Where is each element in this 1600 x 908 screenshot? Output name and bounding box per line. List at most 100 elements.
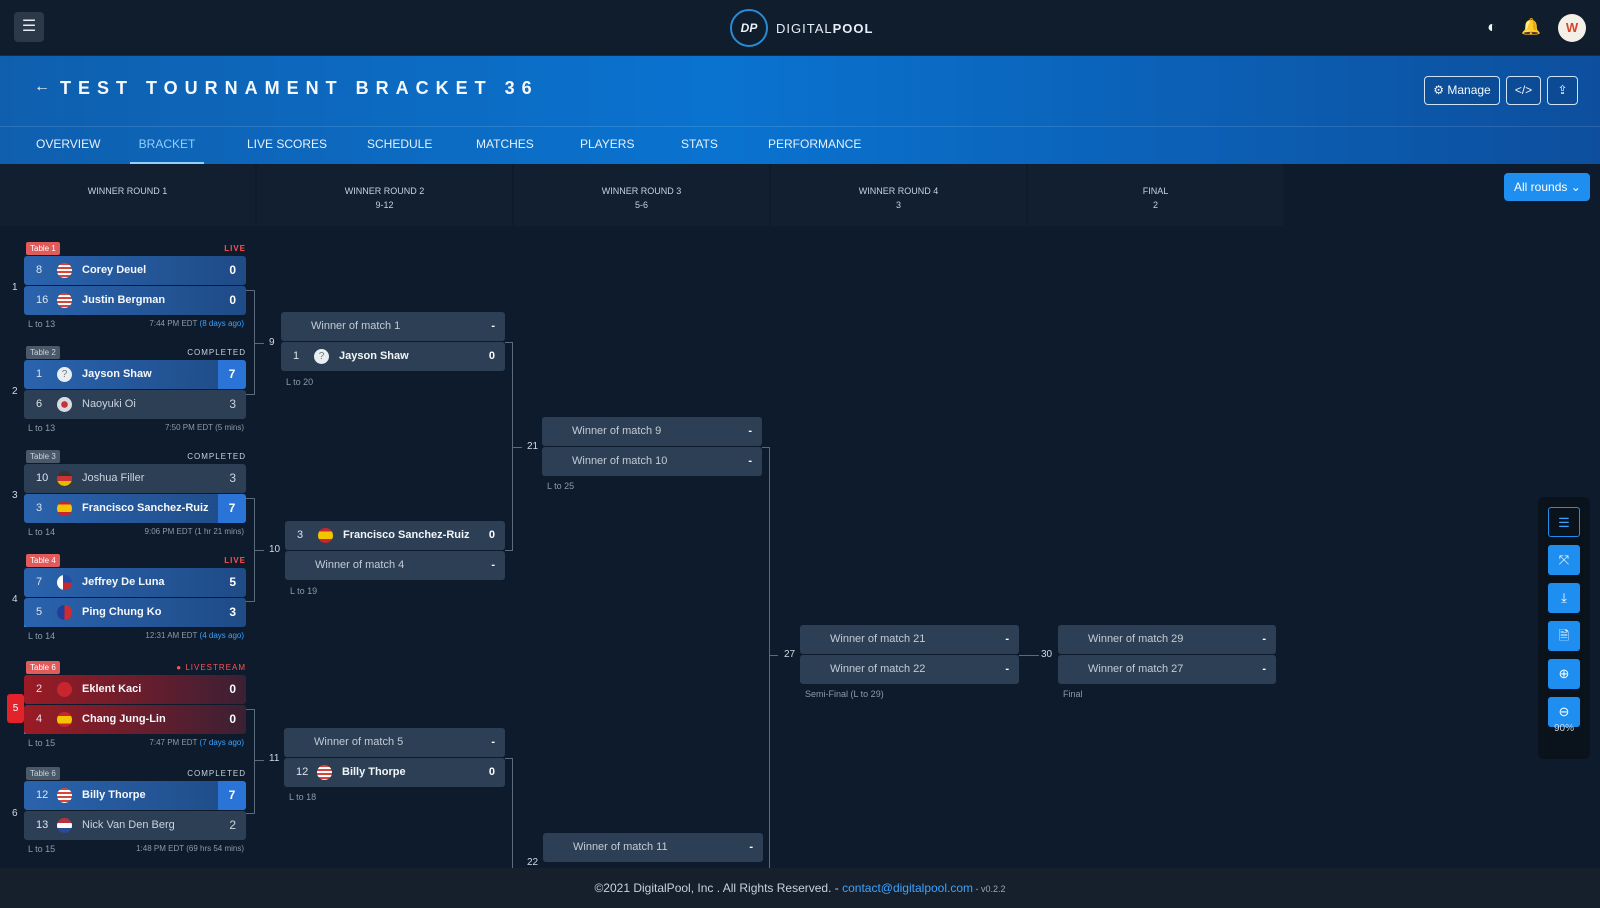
bracket-connector	[254, 709, 255, 813]
match-slot[interactable]: Winner of match 4 -	[285, 551, 505, 580]
player-score: 0	[488, 529, 495, 541]
digitalpool-logo[interactable]: DP DIGITALPOOL	[730, 9, 873, 47]
tab-schedule[interactable]: SCHEDULE	[367, 127, 432, 165]
tab-matches[interactable]: MATCHES	[476, 127, 534, 165]
page-title: TEST TOURNAMENT BRACKET 36	[60, 78, 539, 98]
round-name: WINNER ROUND 4	[858, 186, 939, 196]
version-text: - v0.2.2	[973, 884, 1006, 894]
share-button[interactable]: ⇪	[1547, 76, 1578, 105]
player-row[interactable]: 1? Jayson Shaw 7	[24, 360, 246, 389]
theme-toggle-icon[interactable]: ◐	[1481, 17, 1503, 39]
match-card[interactable]: Table 6 COMPLETED 12 Billy Thorpe 7 13 Nick …	[24, 767, 246, 857]
loser-destination: L to 13	[28, 319, 56, 329]
seed: 13	[36, 819, 49, 831]
semi-final-label: Semi-Final (L to 29)	[805, 689, 884, 699]
table-badge: Table 3	[26, 450, 60, 463]
round-name: WINNER ROUND 3	[601, 186, 682, 196]
player-row[interactable]: 6 Naoyuki Oi 3	[24, 390, 246, 419]
player-row[interactable]: 10 Joshua Filler 3	[24, 464, 246, 493]
seed: 12	[296, 766, 309, 778]
match-number: 3	[12, 490, 18, 501]
match-slot[interactable]: Winner of match 5 -	[284, 728, 505, 757]
player-row[interactable]: 13 Nick Van Den Berg 2	[24, 811, 246, 840]
match-slot[interactable]: Winner of match 22 -	[800, 655, 1019, 684]
match-card[interactable]: Table 1 LIVE 8 Corey Deuel 0 16 Justin Bergm…	[24, 242, 246, 332]
player-row[interactable]: 16 Justin Bergman 0	[24, 286, 246, 315]
notifications-bell-icon[interactable]: 🔔	[1520, 17, 1542, 39]
tab-players[interactable]: PLAYERS	[580, 127, 634, 165]
player-name: Ping Chung Ko	[82, 606, 162, 618]
tab-performance[interactable]: PERFORMANCE	[768, 127, 861, 165]
hamburger-menu-icon[interactable]: ☰	[14, 12, 44, 42]
player-row[interactable]: 3 Francisco Sanchez-Ruiz 7	[24, 494, 246, 523]
match-slot[interactable]: Winner of match 11 -	[543, 833, 763, 862]
match-slot[interactable]: Winner of match 9 -	[542, 417, 762, 446]
download-icon[interactable]: ⤓	[1548, 583, 1580, 613]
player-row[interactable]: 1? Jayson Shaw 0	[281, 342, 505, 371]
round-name: WINNER ROUND 1	[87, 186, 168, 196]
contact-email-link[interactable]: contact@digitalpool.com	[842, 881, 973, 895]
player-row[interactable]: 7 Jeffrey De Luna 5	[24, 568, 246, 597]
match-time-ago: (1 hr 21 mins)	[194, 527, 244, 536]
player-row[interactable]: 12 Billy Thorpe 7	[24, 781, 246, 810]
match-time-value: 7:50 PM EDT	[165, 423, 213, 432]
player-name: Francisco Sanchez-Ruiz	[82, 502, 209, 514]
list-view-icon[interactable]: ☰	[1548, 507, 1580, 537]
match-slot[interactable]: Winner of match 29 -	[1058, 625, 1276, 654]
manage-button[interactable]: ⚙ Manage	[1424, 76, 1500, 105]
zoom-in-icon[interactable]: ⊕	[1548, 659, 1580, 689]
rounds-filter-select[interactable]: All rounds ⌄	[1504, 173, 1590, 201]
player-row[interactable]: 3 Francisco Sanchez-Ruiz 0	[285, 521, 505, 550]
match-card[interactable]: Table 2 COMPLETED 1? Jayson Shaw 7 6 Naoyuki…	[24, 346, 246, 436]
fullscreen-icon[interactable]: ⤧	[1548, 545, 1580, 575]
top-bar: ☰ DP DIGITALPOOL ◐ 🔔 W	[0, 0, 1600, 56]
match-card[interactable]: Table 3 COMPLETED 10 Joshua Filler 3 3 Franc…	[24, 450, 246, 540]
status-label: LIVE	[224, 244, 246, 253]
match-time-value: 9:06 PM EDT	[144, 527, 193, 536]
player-name: Justin Bergman	[82, 294, 166, 306]
taiwan-flag-icon	[57, 605, 72, 620]
match-time-ago: (7 days ago)	[199, 738, 244, 747]
back-arrow-icon[interactable]: ←	[34, 78, 50, 96]
logo-text-pool: POOL	[832, 20, 874, 36]
match-number: 21	[527, 441, 539, 452]
match-number: 10	[269, 544, 281, 555]
user-avatar[interactable]: W	[1558, 14, 1586, 42]
pdf-export-icon[interactable]: 🗎	[1548, 621, 1580, 651]
loser-destination: L to 15	[28, 738, 56, 748]
round-header-winner-3: WINNER ROUND 3 5-6	[514, 164, 769, 226]
table-badge: Table 2	[26, 346, 60, 359]
bracket-connector	[513, 447, 522, 448]
tab-bracket[interactable]: BRACKET	[130, 127, 204, 165]
match-time: 7:44 PM EDT (8 days ago)	[149, 316, 244, 332]
player-score: 2	[229, 818, 236, 832]
tab-overview[interactable]: OVERVIEW	[36, 127, 100, 165]
seed: 1	[293, 350, 300, 362]
match-card[interactable]: Table 6 ● LIVESTREAM 2 Eklent Kaci 0 4 Chang…	[24, 661, 246, 751]
seed: 8	[36, 264, 43, 276]
player-name: Francisco Sanchez-Ruiz	[343, 529, 470, 541]
round-sub: 9-12	[375, 200, 394, 210]
netherlands-flag-icon	[57, 818, 72, 833]
slot-label: Winner of match 9	[572, 425, 662, 437]
embed-code-button[interactable]: </>	[1506, 76, 1541, 105]
match-slot[interactable]: Winner of match 27 -	[1058, 655, 1276, 684]
player-row[interactable]: 4 Chang Jung-Lin 0	[24, 705, 246, 734]
match-slot[interactable]: Winner of match 10 -	[542, 447, 762, 476]
tournament-header: ← TEST TOURNAMENT BRACKET 36 ⚙ Manage </…	[0, 56, 1600, 165]
spain-flag-icon	[318, 528, 333, 543]
match-slot[interactable]: Winner of match 1 -	[281, 312, 505, 341]
bracket-connector	[254, 290, 255, 394]
player-row[interactable]: 2 Eklent Kaci 0	[24, 675, 246, 704]
match-slot[interactable]: Winner of match 21 -	[800, 625, 1019, 654]
player-row[interactable]: 12 Billy Thorpe 0	[284, 758, 505, 787]
match-number: 11	[269, 753, 280, 764]
seed: 7	[36, 576, 43, 588]
player-row[interactable]: 8 Corey Deuel 0	[24, 256, 246, 285]
bracket-connector	[255, 760, 264, 761]
match-card[interactable]: Table 4 LIVE 7 Jeffrey De Luna 5 5 Ping Chun…	[24, 554, 246, 644]
player-row[interactable]: 5 Ping Chung Ko 3	[24, 598, 246, 627]
tab-live-scores[interactable]: LIVE SCORES	[247, 127, 327, 165]
tab-stats[interactable]: STATS	[681, 127, 718, 165]
unknown-flag-icon: ?	[314, 349, 329, 364]
